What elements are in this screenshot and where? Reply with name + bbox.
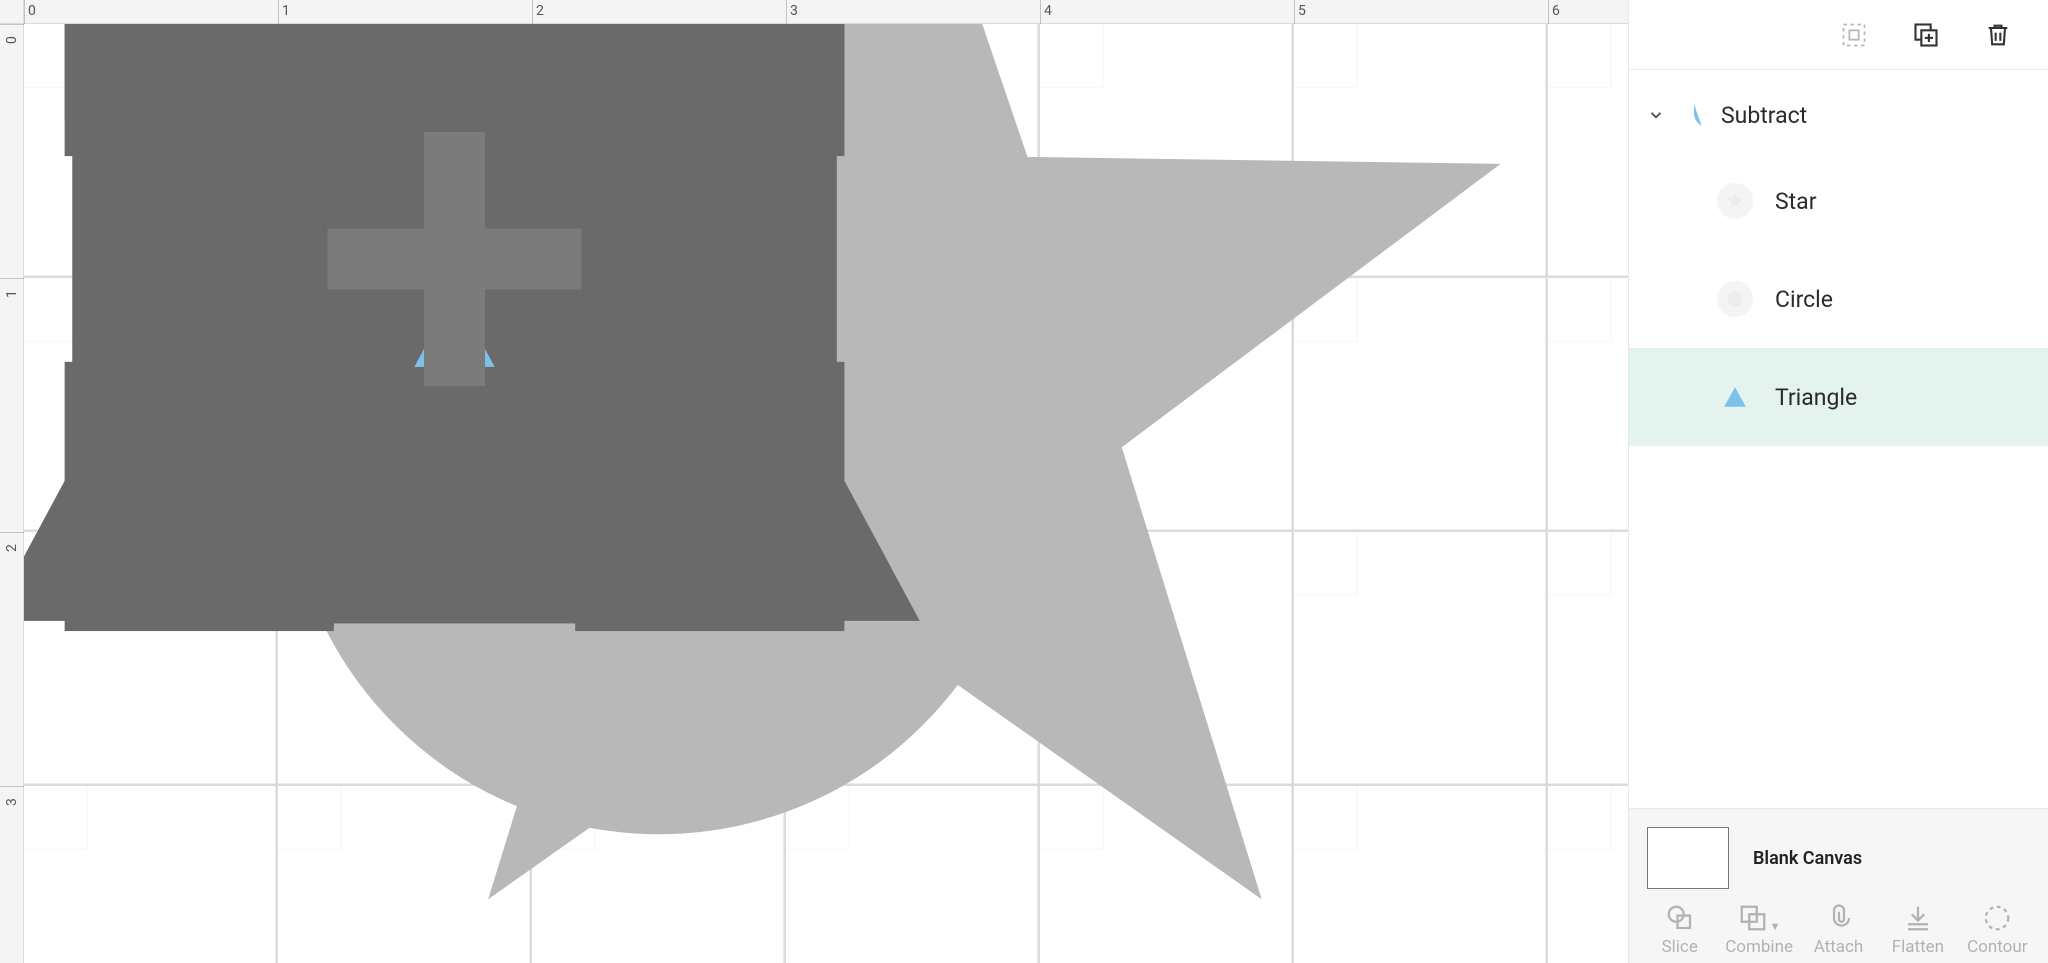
flatten-icon — [1903, 903, 1933, 933]
op-combine[interactable]: ▼ Combine — [1724, 903, 1793, 957]
panel-footer: Blank Canvas Slice ▼ Combine Attach Flat… — [1629, 808, 2048, 963]
ruler-vertical: 0 1 2 3 — [0, 24, 24, 963]
op-contour[interactable]: Contour — [1963, 903, 2032, 957]
selection-handle[interactable] — [192, 489, 207, 504]
layer-item-circle[interactable]: Circle — [1629, 250, 2048, 348]
layer-group-label: Subtract — [1721, 102, 1807, 129]
ruler-corner — [0, 0, 24, 24]
group-button[interactable] — [1836, 17, 1872, 53]
trash-icon — [1984, 21, 2012, 49]
ruler-v-label: 1 — [4, 290, 20, 298]
op-label: Contour — [1967, 937, 2027, 957]
op-attach[interactable]: Attach — [1804, 903, 1873, 957]
layers-list: Subtract Star Circle Triangle — [1629, 70, 2048, 808]
contour-icon — [1982, 903, 2012, 933]
layer-item-label: Circle — [1775, 286, 1833, 313]
triangle-icon — [1717, 379, 1753, 415]
slice-icon — [1665, 903, 1695, 933]
canvas-area[interactable]: 0 1 2 3 4 5 6 0 1 2 3 — [0, 0, 1628, 963]
op-label: Slice — [1662, 937, 1698, 957]
ruler-horizontal: 0 1 2 3 4 5 6 — [24, 0, 1628, 24]
attach-icon — [1824, 903, 1854, 933]
selection-handle[interactable] — [702, 489, 717, 504]
layer-item-label: Triangle — [1775, 384, 1857, 411]
layer-item-triangle[interactable]: Triangle — [1629, 348, 2048, 446]
ruler-h-label: 0 — [28, 3, 36, 19]
duplicate-icon — [1912, 21, 1940, 49]
ruler-h-label: 4 — [1044, 3, 1052, 19]
ruler-v-label: 0 — [4, 36, 20, 44]
panel-toolbar — [1629, 0, 2048, 70]
op-slice[interactable]: Slice — [1645, 903, 1714, 957]
op-label: Attach — [1814, 937, 1864, 957]
ruler-v-label: 3 — [4, 798, 20, 806]
layers-panel: Subtract Star Circle Triangle Blank Canv… — [1628, 0, 2048, 963]
ruler-v-label: 2 — [4, 544, 20, 552]
group-icon — [1840, 21, 1868, 49]
operations-row: Slice ▼ Combine Attach Flatten Contour — [1629, 899, 2048, 963]
ruler-h-label: 2 — [536, 3, 544, 19]
duplicate-button[interactable] — [1908, 17, 1944, 53]
layer-group-subtract[interactable]: Subtract — [1629, 78, 2048, 152]
layer-item-star[interactable]: Star — [1629, 152, 2048, 250]
subtract-icon — [1679, 100, 1709, 130]
ruler-h-label: 5 — [1298, 3, 1306, 19]
blank-canvas-label: Blank Canvas — [1753, 848, 1862, 869]
delete-button[interactable] — [1980, 17, 2016, 53]
op-label: Flatten — [1892, 937, 1944, 957]
circle-icon — [1717, 281, 1753, 317]
op-flatten[interactable]: Flatten — [1883, 903, 1952, 957]
ruler-h-label: 1 — [282, 3, 290, 19]
blank-canvas-swatch[interactable] — [1647, 827, 1729, 889]
canvas-grid[interactable] — [24, 24, 1628, 963]
combine-icon — [1738, 903, 1768, 933]
ruler-h-label: 6 — [1552, 3, 1560, 19]
star-icon — [1717, 183, 1753, 219]
ruler-h-label: 3 — [790, 3, 798, 19]
chevron-down-icon[interactable] — [1645, 106, 1667, 124]
layer-item-label: Star — [1775, 188, 1817, 215]
op-label: Combine — [1725, 937, 1793, 957]
